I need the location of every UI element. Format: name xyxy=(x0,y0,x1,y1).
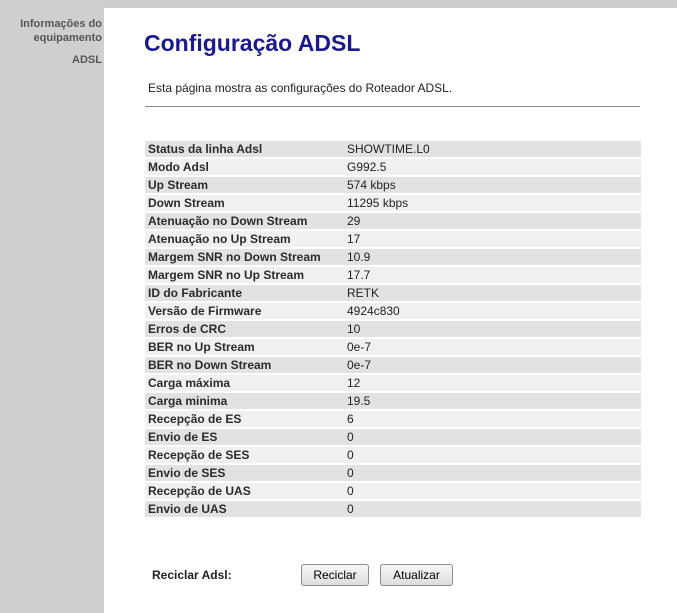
row-value: 4924c830 xyxy=(344,303,641,319)
table-row: Carga minima 19.5 xyxy=(145,393,641,409)
row-label: Up Stream xyxy=(145,177,344,193)
row-value: 574 kbps xyxy=(344,177,641,193)
reset-adsl-button[interactable]: Reciclar xyxy=(301,564,369,586)
table-row: Recepção de UAS 0 xyxy=(145,483,641,499)
row-label: Status da linha Adsl xyxy=(145,141,344,157)
table-row: Envio de UAS 0 xyxy=(145,501,641,517)
row-label: Modo Adsl xyxy=(145,159,344,175)
row-value: 0 xyxy=(344,429,641,445)
sidebar-item-adsl[interactable]: ADSL xyxy=(0,53,104,67)
refresh-button[interactable]: Atualizar xyxy=(380,564,453,586)
divider xyxy=(145,106,640,107)
row-value: 17 xyxy=(344,231,641,247)
table-row: Margem SNR no Down Stream 10.9 xyxy=(145,249,641,265)
table-row: Envio de ES 0 xyxy=(145,429,641,445)
row-value: 0e-7 xyxy=(344,357,641,373)
row-label: Recepção de SES xyxy=(145,447,344,463)
adsl-info-table: Status da linha Adsl SHOWTIME.L0 Modo Adsl… xyxy=(145,139,641,519)
row-label: Envio de UAS xyxy=(145,501,344,517)
page-description: Esta página mostra as configurações do R… xyxy=(148,81,453,95)
row-value: 0 xyxy=(344,501,641,517)
row-label: Recepção de ES xyxy=(145,411,344,427)
row-label: Recepção de UAS xyxy=(145,483,344,499)
table-row: ID do Fabricante RETK xyxy=(145,285,641,301)
row-value: 0 xyxy=(344,447,641,463)
row-value: 10.9 xyxy=(344,249,641,265)
row-label: Atenuação no Down Stream xyxy=(145,213,344,229)
row-label: Margem SNR no Up Stream xyxy=(145,267,344,283)
row-value: 6 xyxy=(344,411,641,427)
row-label: Down Stream xyxy=(145,195,344,211)
row-label: BER no Down Stream xyxy=(145,357,344,373)
row-value: 0 xyxy=(344,465,641,481)
row-value: RETK xyxy=(344,285,641,301)
row-label: Margem SNR no Down Stream xyxy=(145,249,344,265)
row-label: Envio de ES xyxy=(145,429,344,445)
row-value: 12 xyxy=(344,375,641,391)
table-row: Status da linha Adsl SHOWTIME.L0 xyxy=(145,141,641,157)
table-row: Carga máxima 12 xyxy=(145,375,641,391)
row-value: 19.5 xyxy=(344,393,641,409)
row-value: 17.7 xyxy=(344,267,641,283)
row-value: G992.5 xyxy=(344,159,641,175)
table-row: Atenuação no Down Stream 29 xyxy=(145,213,641,229)
table-row: Atenuação no Up Stream 17 xyxy=(145,231,641,247)
row-value: 0 xyxy=(344,483,641,499)
sidebar-item-device-info[interactable]: Informações do equipamento xyxy=(0,17,104,45)
table-row: BER no Down Stream 0e-7 xyxy=(145,357,641,373)
table-row: Recepção de SES 0 xyxy=(145,447,641,463)
main-content: Configuração ADSL Esta página mostra as … xyxy=(104,8,673,613)
row-label: Erros de CRC xyxy=(145,321,344,337)
table-row: Versão de Firmware 4924c830 xyxy=(145,303,641,319)
row-value: SHOWTIME.L0 xyxy=(344,141,641,157)
row-value: 29 xyxy=(344,213,641,229)
row-value: 10 xyxy=(344,321,641,337)
row-label: Atenuação no Up Stream xyxy=(145,231,344,247)
table-row: Erros de CRC 10 xyxy=(145,321,641,337)
table-row: BER no Up Stream 0e-7 xyxy=(145,339,641,355)
page-title: Configuração ADSL xyxy=(144,30,361,56)
table-row: Modo Adsl G992.5 xyxy=(145,159,641,175)
table-row: Down Stream 11295 kbps xyxy=(145,195,641,211)
row-label: Carga máxima xyxy=(145,375,344,391)
row-value: 0e-7 xyxy=(344,339,641,355)
row-value: 11295 kbps xyxy=(344,195,641,211)
table-row: Margem SNR no Up Stream 17.7 xyxy=(145,267,641,283)
table-row: Envio de SES 0 xyxy=(145,465,641,481)
row-label: ID do Fabricante xyxy=(145,285,344,301)
row-label: Envio de SES xyxy=(145,465,344,481)
row-label: Carga minima xyxy=(145,393,344,409)
sidebar: Informações do equipamento ADSL xyxy=(0,0,104,613)
row-label: Versão de Firmware xyxy=(145,303,344,319)
reset-adsl-label: Reciclar Adsl: xyxy=(152,568,232,582)
table-row: Up Stream 574 kbps xyxy=(145,177,641,193)
table-row: Recepção de ES 6 xyxy=(145,411,641,427)
row-label: BER no Up Stream xyxy=(145,339,344,355)
